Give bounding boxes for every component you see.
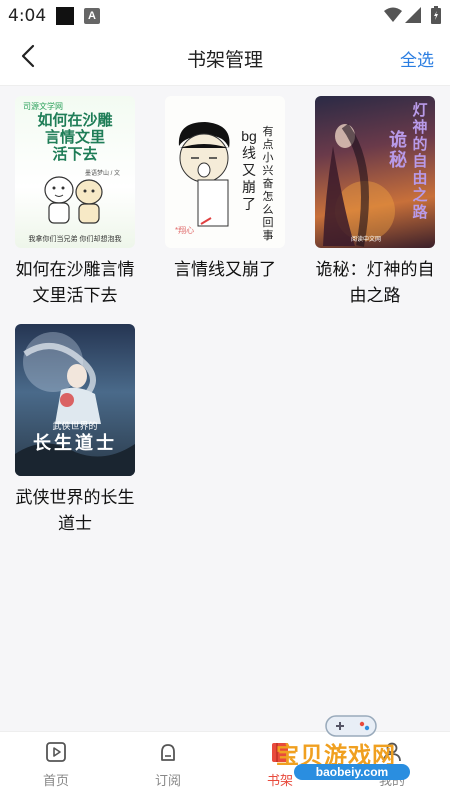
book-cover[interactable]: 武侠世界的 长生道士 <box>15 324 135 476</box>
tab-subscribe[interactable]: 订阅 <box>112 732 224 800</box>
bell-icon <box>156 740 180 764</box>
cover-vertical-side: 有点小兴奋怎么回事 <box>262 126 274 242</box>
meme-face-illustration <box>178 122 230 227</box>
bookshelf-area: 司源文学网 如何在沙雕 言情文里 活下去 墨语梦山 / 文 我拿你们当兄弟 你们… <box>0 86 450 731</box>
book-item[interactable]: 司源文学网 如何在沙雕 言情文里 活下去 墨语梦山 / 文 我拿你们当兄弟 你们… <box>5 96 145 309</box>
status-time: 4:04 <box>8 6 47 26</box>
book-title[interactable]: 诡秘：灯神的自由之路 <box>305 257 445 309</box>
book-item[interactable]: 诡秘 灯神的自由之路 阅读中文网 诡秘：灯神的自由之路 <box>305 96 445 309</box>
wifi-icon <box>384 7 402 28</box>
tab-label: 首页 <box>42 773 69 788</box>
select-all-button[interactable]: 全选 <box>400 46 434 71</box>
signal-icon <box>405 7 421 28</box>
cover-footer: 我拿你们当兄弟 你们却想泡我 <box>28 236 122 243</box>
app-icon <box>56 7 74 25</box>
play-square-icon <box>44 740 68 764</box>
book-item[interactable]: 武侠世界的 长生道士 武侠世界的长生道士 <box>5 324 145 537</box>
book-cover[interactable]: bg线又崩了 有点小兴奋怎么回事 *翔心 <box>165 96 285 248</box>
book-title[interactable]: 武侠世界的长生道士 <box>5 485 145 537</box>
book-cover[interactable]: 诡秘 灯神的自由之路 阅读中文网 <box>315 96 435 248</box>
tab-bookshelf[interactable]: 书架 <box>224 732 336 800</box>
cover-title-a: 诡秘 <box>389 130 407 170</box>
header: 书架管理 全选 <box>0 30 450 86</box>
cover-author: 墨语梦山 / 文 <box>85 171 121 177</box>
battery-icon <box>431 6 441 29</box>
tab-mine[interactable]: 我的 <box>336 732 448 800</box>
tab-home[interactable]: 首页 <box>0 732 112 800</box>
cover-title-b: 灯神的自由之路 <box>412 102 428 221</box>
cover-signature: *翔心 <box>175 226 195 235</box>
cover-vertical-main: bg线又崩了 <box>241 128 257 212</box>
tab-label: 书架 <box>266 773 293 788</box>
bottom-nav: 首页 订阅 书架 我的 <box>0 731 450 800</box>
book-item[interactable]: bg线又崩了 有点小兴奋怎么回事 *翔心 言情线又崩了 <box>155 96 295 283</box>
cartoon-figures-illustration <box>44 176 103 224</box>
a-icon: A <box>84 8 100 24</box>
book-title[interactable]: 如何在沙雕言情文里活下去 <box>5 257 145 309</box>
cover-brand: 司源文学网 <box>23 102 63 111</box>
status-bar: 4:04 A <box>0 0 450 30</box>
cover-main-title: 长生道士 <box>33 433 117 453</box>
book-icon <box>268 740 292 764</box>
tab-label: 我的 <box>378 773 405 788</box>
tab-label: 订阅 <box>154 773 181 788</box>
book-cover[interactable]: 司源文学网 如何在沙雕 言情文里 活下去 墨语梦山 / 文 我拿你们当兄弟 你们… <box>15 96 135 248</box>
cover-footer: 阅读中文网 <box>351 237 382 243</box>
cover-title: 如何在沙雕 言情文里 活下去 <box>37 112 113 163</box>
page-title: 书架管理 <box>186 50 263 71</box>
person-icon <box>380 740 404 764</box>
book-title[interactable]: 言情线又崩了 <box>155 257 295 283</box>
